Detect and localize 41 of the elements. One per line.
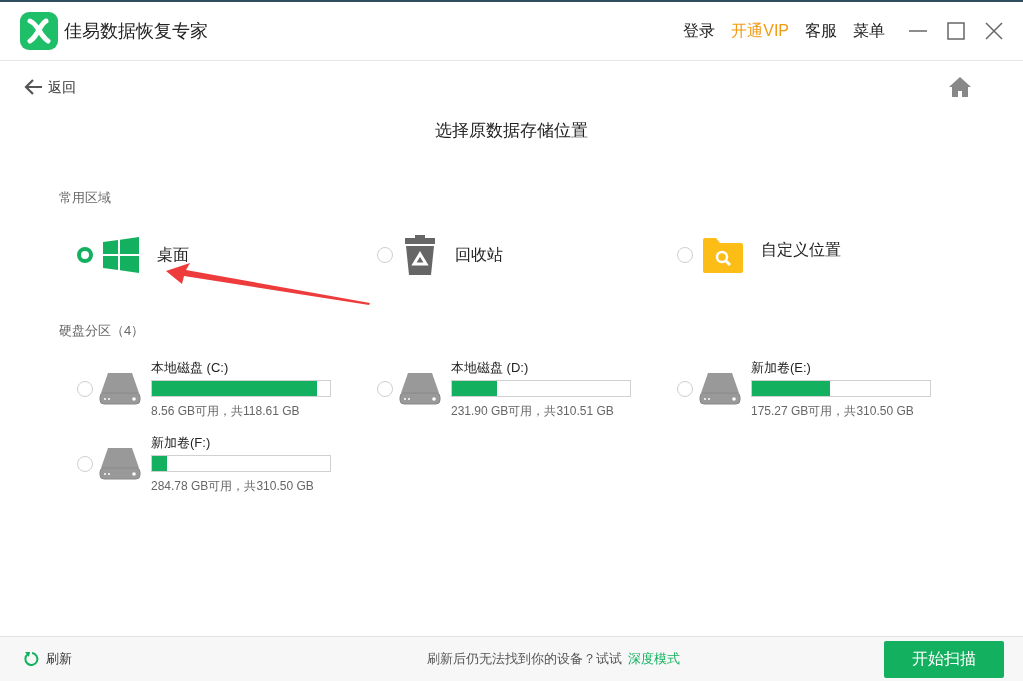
menu-link[interactable]: 登录 xyxy=(683,19,716,43)
hard-drive-icon xyxy=(99,373,141,405)
radio-button[interactable] xyxy=(377,247,393,263)
disk-name: 本地磁盘 (C:) xyxy=(151,358,230,377)
back-arrow-icon xyxy=(24,79,42,95)
windows-logo-icon xyxy=(103,237,139,273)
radio-button[interactable] xyxy=(77,247,93,263)
section-label: 常用区域 xyxy=(59,188,112,207)
menu-link[interactable]: 客服 xyxy=(805,19,837,43)
maximize-icon[interactable] xyxy=(947,22,965,40)
radio-button[interactable] xyxy=(377,381,393,397)
hard-drive-icon xyxy=(699,373,741,405)
app-title: 佳易数据恢复专家 xyxy=(64,19,208,43)
hard-drive-icon xyxy=(99,448,141,480)
radio-button[interactable] xyxy=(677,247,693,263)
location-label[interactable]: 自定义位置 xyxy=(761,237,841,262)
back-button[interactable]: 返回 xyxy=(24,76,76,98)
radio-button[interactable] xyxy=(77,456,93,472)
disk-space-text: 8.56 GB可用，共118.61 GB xyxy=(151,402,301,420)
disk-name: 本地磁盘 (D:) xyxy=(451,358,530,377)
disk-space-text: 175.27 GB可用，共310.50 GB xyxy=(751,402,915,420)
menu-link[interactable]: 菜单 xyxy=(853,19,885,43)
refresh-button[interactable]: 刷新 xyxy=(24,649,72,669)
disk-name: 新加卷(F:) xyxy=(151,433,212,452)
hard-drive-icon xyxy=(399,373,441,405)
disk-name: 新加卷(E:) xyxy=(751,358,812,377)
refresh-icon xyxy=(24,651,40,667)
radio-button[interactable] xyxy=(677,381,693,397)
radio-button[interactable] xyxy=(77,381,93,397)
hint-text: 刷新后仍无法找到你的设备？试试 xyxy=(426,650,622,669)
location-label[interactable]: 回收站 xyxy=(455,243,503,267)
disk-space-text: 231.90 GB可用，共310.51 GB xyxy=(451,402,615,420)
section-label: 硬盘分区（4） xyxy=(59,322,146,340)
trash-can-icon xyxy=(403,235,437,275)
home-icon[interactable] xyxy=(949,77,971,97)
close-icon[interactable] xyxy=(985,22,1003,40)
folder-search-icon xyxy=(703,237,743,273)
location-label[interactable]: 桌面 xyxy=(157,243,189,267)
disk-space-text: 284.78 GB可用，共310.50 GB xyxy=(151,477,315,495)
page-heading: 选择原数据存储位置 xyxy=(434,120,589,142)
app-logo-icon xyxy=(20,12,58,50)
